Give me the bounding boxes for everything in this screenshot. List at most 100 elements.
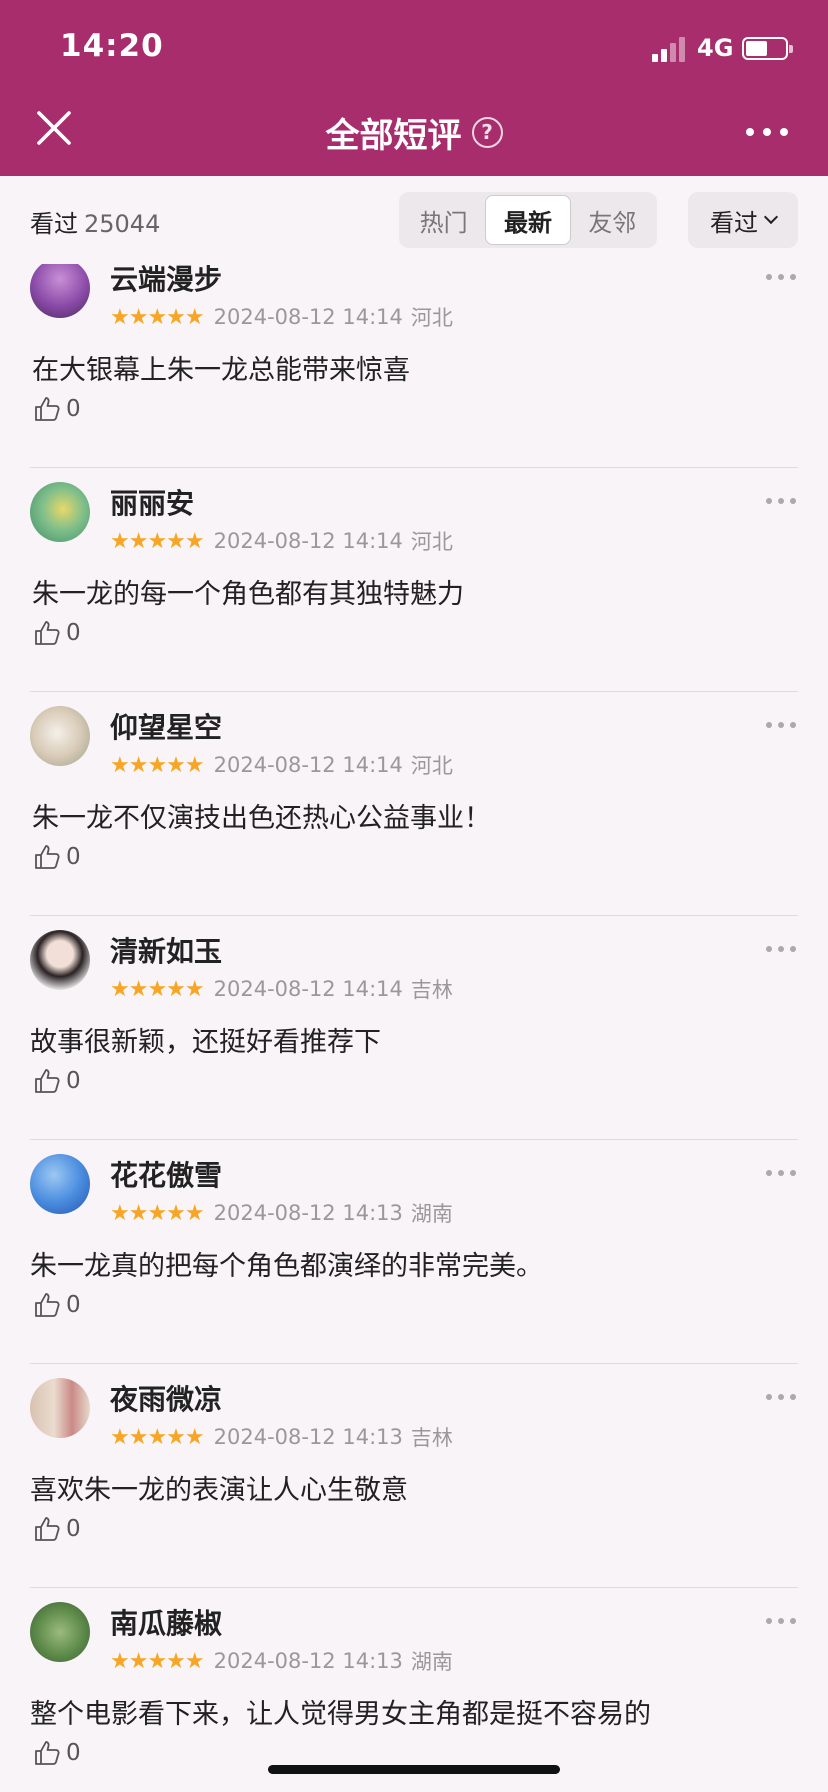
network-type: 4G: [697, 34, 734, 62]
review-more-button[interactable]: [766, 722, 796, 732]
rating-stars: ★★★★★: [110, 1424, 205, 1450]
tab-latest[interactable]: 最新: [485, 195, 571, 245]
dot-icon: [746, 128, 754, 136]
more-options-button[interactable]: [742, 114, 792, 150]
review-more-button[interactable]: [766, 274, 796, 284]
avatar[interactable]: [30, 1602, 90, 1662]
filter-bar: 看过 25044 热门 最新 友邻 看过: [0, 176, 828, 264]
help-icon[interactable]: ?: [471, 117, 503, 148]
review-username[interactable]: 夜雨微凉: [110, 1378, 222, 1418]
avatar[interactable]: [30, 930, 90, 990]
review-text: 朱一龙不仅演技出色还热心公益事业！: [32, 803, 491, 834]
review-date: 2024-08-12 14:14: [213, 977, 403, 1001]
review-date: 2024-08-12 14:14: [213, 529, 403, 553]
review-username[interactable]: 清新如玉: [110, 930, 222, 970]
review-item: 夜雨微凉 ★★★★★ 2024-08-12 14:13 吉林 喜欢朱一龙的表演让…: [0, 1364, 828, 1588]
review-more-button[interactable]: [766, 1170, 796, 1180]
avatar[interactable]: [30, 264, 90, 318]
review-item: 云端漫步 ★★★★★ 2024-08-12 14:14 河北 在大银幕上朱一龙总…: [0, 264, 828, 468]
tab-friends[interactable]: 友邻: [571, 195, 654, 245]
thumbs-up-icon: [35, 397, 60, 421]
review-date: 2024-08-12 14:14: [213, 305, 403, 329]
like-count: 0: [66, 844, 81, 870]
dot-icon: [780, 128, 788, 136]
review-more-button[interactable]: [766, 498, 796, 508]
status-time: 14:20: [60, 28, 164, 64]
avatar[interactable]: [30, 1154, 90, 1214]
review-date: 2024-08-12 14:13: [213, 1201, 403, 1225]
review-location: 吉林: [410, 1426, 453, 1450]
battery-icon: [742, 37, 793, 60]
review-meta: ★★★★★ 2024-08-12 14:13 吉林: [110, 1422, 453, 1452]
thumbs-up-icon: [35, 621, 60, 645]
review-list[interactable]: 云端漫步 ★★★★★ 2024-08-12 14:14 河北 在大银幕上朱一龙总…: [0, 264, 828, 1792]
like-button[interactable]: 0: [32, 1514, 81, 1544]
review-username[interactable]: 花花傲雪: [110, 1154, 222, 1194]
review-text: 喜欢朱一龙的表演让人心生敬意: [30, 1475, 408, 1506]
review-meta: ★★★★★ 2024-08-12 14:14 河北: [110, 750, 453, 780]
review-username[interactable]: 仰望星空: [110, 706, 222, 746]
like-button[interactable]: 0: [32, 1738, 81, 1768]
like-count: 0: [66, 1740, 81, 1766]
like-count: 0: [66, 1292, 81, 1318]
review-location: 河北: [410, 754, 453, 778]
rating-stars: ★★★★★: [110, 976, 205, 1002]
watched-summary: 看过 25044: [30, 204, 160, 239]
tab-hot[interactable]: 热门: [402, 195, 485, 245]
like-button[interactable]: 0: [32, 394, 81, 424]
review-username[interactable]: 云端漫步: [110, 264, 222, 298]
avatar[interactable]: [30, 706, 90, 766]
rating-stars: ★★★★★: [110, 304, 205, 330]
review-username[interactable]: 南瓜藤椒: [110, 1602, 222, 1642]
like-count: 0: [66, 620, 81, 646]
like-button[interactable]: 0: [32, 1066, 81, 1096]
rating-stars: ★★★★★: [110, 752, 205, 778]
like-count: 0: [66, 1068, 81, 1094]
review-location: 河北: [410, 530, 453, 554]
watched-label: 看过: [30, 210, 78, 238]
review-item: 仰望星空 ★★★★★ 2024-08-12 14:14 河北 朱一龙不仅演技出色…: [0, 692, 828, 916]
page-title-wrap: 全部短评?: [0, 108, 828, 157]
like-button[interactable]: 0: [32, 618, 81, 648]
thumbs-up-icon: [35, 845, 60, 869]
dropdown-label: 看过: [710, 208, 758, 237]
review-meta: ★★★★★ 2024-08-12 14:14 河北: [110, 526, 453, 556]
like-button[interactable]: 0: [32, 1290, 81, 1320]
review-text: 在大银幕上朱一龙总能带来惊喜: [32, 355, 410, 386]
review-meta: ★★★★★ 2024-08-12 14:13 湖南: [110, 1646, 453, 1676]
watched-filter-dropdown[interactable]: 看过: [688, 192, 798, 248]
thumbs-up-icon: [35, 1069, 60, 1093]
page-title: 全部短评: [325, 116, 462, 156]
thumbs-up-icon: [35, 1293, 60, 1317]
review-meta: ★★★★★ 2024-08-12 14:14 河北: [110, 302, 453, 332]
chevron-down-icon: [763, 209, 779, 225]
thumbs-up-icon: [35, 1517, 60, 1541]
review-more-button[interactable]: [766, 1618, 796, 1628]
review-location: 湖南: [410, 1202, 453, 1226]
review-more-button[interactable]: [766, 1394, 796, 1404]
rating-stars: ★★★★★: [110, 1200, 205, 1226]
like-count: 0: [66, 1516, 81, 1542]
review-meta: ★★★★★ 2024-08-12 14:14 吉林: [110, 974, 453, 1004]
review-more-button[interactable]: [766, 946, 796, 956]
review-location: 吉林: [410, 978, 453, 1002]
review-item: 南瓜藤椒 ★★★★★ 2024-08-12 14:13 湖南 整个电影看下来，让…: [0, 1588, 828, 1792]
review-item: 花花傲雪 ★★★★★ 2024-08-12 14:13 湖南 朱一龙真的把每个角…: [0, 1140, 828, 1364]
review-date: 2024-08-12 14:13: [213, 1425, 403, 1449]
avatar[interactable]: [30, 482, 90, 542]
review-text: 朱一龙真的把每个角色都演绎的非常完美。: [30, 1251, 543, 1282]
avatar[interactable]: [30, 1378, 90, 1438]
like-button[interactable]: 0: [32, 842, 81, 872]
review-location: 河北: [410, 306, 453, 330]
review-date: 2024-08-12 14:13: [213, 1649, 403, 1673]
review-username[interactable]: 丽丽安: [110, 482, 194, 522]
review-item: 丽丽安 ★★★★★ 2024-08-12 14:14 河北 朱一龙的每一个角色都…: [0, 468, 828, 692]
review-text: 整个电影看下来，让人觉得男女主角都是挺不容易的: [30, 1699, 651, 1730]
sort-segmented-control: 热门 最新 友邻: [399, 192, 657, 248]
review-text: 朱一龙的每一个角色都有其独特魅力: [32, 579, 464, 610]
rating-stars: ★★★★★: [110, 1648, 205, 1674]
like-count: 0: [66, 396, 81, 422]
thumbs-up-icon: [35, 1741, 60, 1765]
review-meta: ★★★★★ 2024-08-12 14:13 湖南: [110, 1198, 453, 1228]
review-location: 湖南: [410, 1650, 453, 1674]
